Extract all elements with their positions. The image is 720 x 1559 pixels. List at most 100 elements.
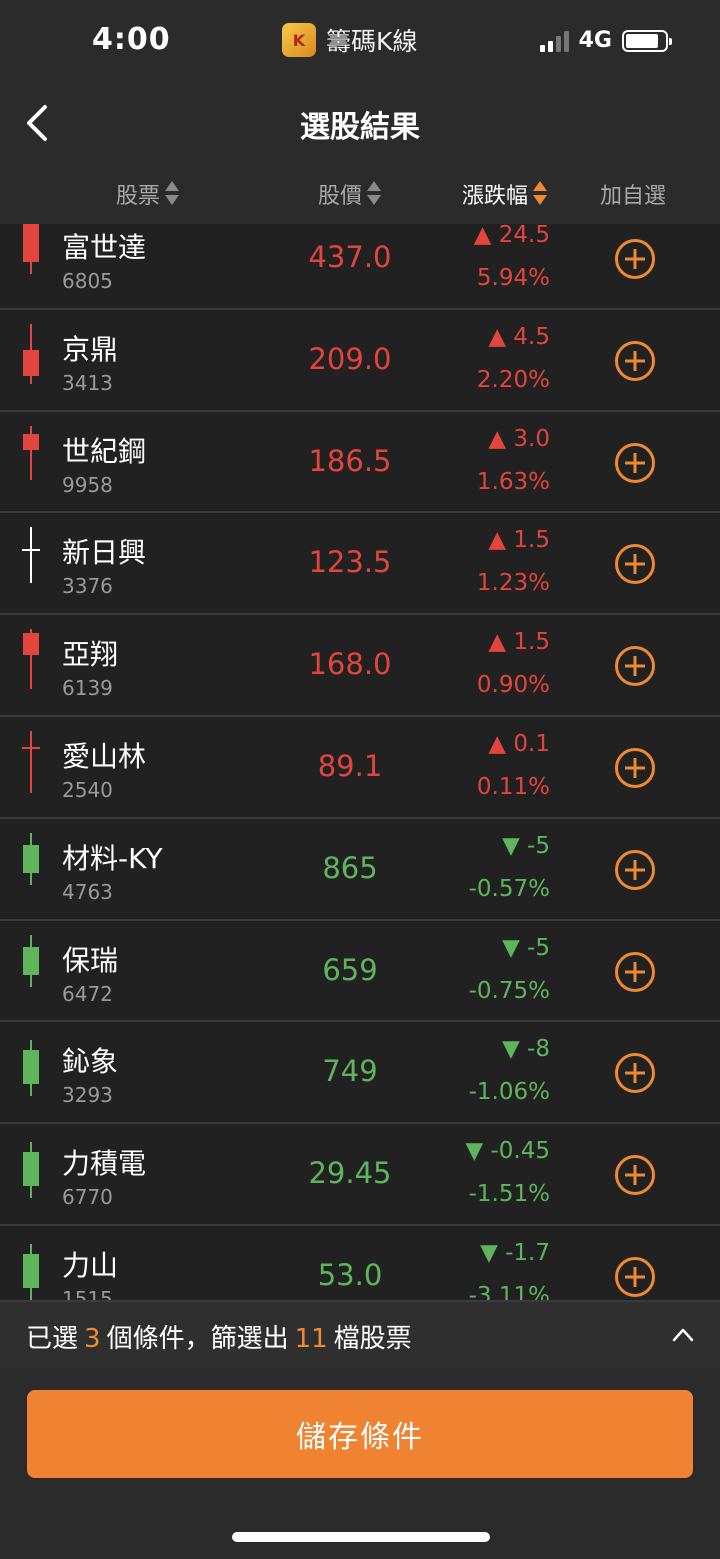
candlestick-icon bbox=[23, 1040, 39, 1097]
stock-row[interactable]: 力積電 6770 29.45 ▼ -0.45 -1.51% bbox=[0, 1124, 720, 1226]
stock-name: 力山 bbox=[62, 1248, 119, 1282]
stock-price: 865 bbox=[322, 850, 378, 885]
stock-change-percent: -0.75% bbox=[468, 977, 550, 1004]
add-watchlist-button[interactable] bbox=[614, 340, 656, 382]
stock-row[interactable]: 新日興 3376 123.5 ▲ 1.5 1.23% bbox=[0, 513, 720, 616]
candlestick-icon bbox=[23, 323, 39, 384]
candlestick-icon bbox=[22, 527, 40, 584]
add-watchlist-button[interactable] bbox=[614, 238, 656, 280]
stock-price: 437.0 bbox=[308, 240, 392, 274]
stock-change-percent: 0.90% bbox=[476, 672, 550, 699]
stock-code: 3293 bbox=[62, 1083, 113, 1108]
page-title: 選股結果 bbox=[300, 110, 420, 145]
stock-name: 力積電 bbox=[62, 1147, 147, 1181]
stock-code: 1515 bbox=[62, 1286, 113, 1300]
column-change-label: 漲跌幅 bbox=[462, 184, 529, 209]
stock-price: 209.0 bbox=[308, 341, 392, 376]
stock-change-percent: 1.63% bbox=[476, 468, 550, 495]
stock-change-percent: -1.51% bbox=[468, 1181, 550, 1208]
add-watchlist-button[interactable] bbox=[614, 951, 656, 993]
stock-change: ▼ -5 bbox=[502, 934, 550, 961]
stock-change: ▼ -1.7 bbox=[480, 1239, 550, 1266]
stock-price: 53.0 bbox=[317, 1257, 383, 1292]
stock-code: 3376 bbox=[62, 574, 113, 599]
stock-change: ▲ 1.5 bbox=[488, 629, 550, 656]
stock-price: 749 bbox=[322, 1054, 378, 1089]
candlestick-icon bbox=[23, 1243, 39, 1300]
stock-row[interactable]: 愛山林 2540 89.1 ▲ 0.1 0.11% bbox=[0, 717, 720, 819]
status-indicators: 4G bbox=[539, 28, 672, 53]
stock-price: 123.5 bbox=[308, 545, 392, 580]
add-watchlist-button[interactable] bbox=[614, 849, 656, 891]
add-watchlist-button[interactable] bbox=[614, 543, 656, 585]
stock-name: 京鼎 bbox=[62, 332, 119, 366]
stock-change: ▼ -8 bbox=[502, 1036, 550, 1063]
result-count: 11 bbox=[294, 1324, 328, 1354]
stock-change-percent: -3.11% bbox=[468, 1282, 550, 1300]
sort-icon bbox=[164, 179, 180, 209]
stock-price: 168.0 bbox=[308, 647, 392, 682]
filter-summary-bar[interactable]: 已選 3 個條件，篩選出 11 檔股票 bbox=[0, 1300, 720, 1368]
stock-code: 6805 bbox=[62, 269, 113, 293]
column-price-sort[interactable]: 股價 bbox=[318, 178, 382, 210]
stock-row[interactable]: 材料-KY 4763 865 ▼ -5 -0.57% bbox=[0, 819, 720, 921]
candlestick-icon bbox=[23, 629, 39, 690]
chevron-up-icon[interactable] bbox=[670, 1322, 696, 1348]
stock-row[interactable]: 亞翔 6139 168.0 ▲ 1.5 0.90% bbox=[0, 615, 720, 717]
candlestick-icon bbox=[23, 934, 39, 987]
stock-change: ▼ -0.45 bbox=[465, 1138, 550, 1165]
stock-name: 新日興 bbox=[62, 536, 147, 570]
bottom-bar: 儲存條件 bbox=[0, 1368, 720, 1559]
candlestick-icon bbox=[22, 730, 40, 793]
add-watchlist-button[interactable] bbox=[614, 645, 656, 687]
stock-row[interactable]: 京鼎 3413 209.0 ▲ 4.5 2.20% bbox=[0, 310, 720, 412]
stock-name: 世紀鋼 bbox=[62, 434, 147, 468]
stock-change-percent: -0.57% bbox=[468, 875, 550, 902]
stock-change-percent: 2.20% bbox=[476, 366, 550, 393]
column-stock-sort[interactable]: 股票 bbox=[116, 178, 180, 210]
stock-change: ▼ -5 bbox=[502, 832, 550, 859]
stock-change: ▲ 0.1 bbox=[488, 730, 550, 757]
stock-code: 9958 bbox=[62, 472, 113, 497]
add-watchlist-button[interactable] bbox=[614, 1052, 656, 1094]
sort-descending-icon bbox=[532, 179, 548, 209]
stock-price: 659 bbox=[322, 952, 378, 987]
stock-row[interactable]: 鈊象 3293 749 ▼ -8 -1.06% bbox=[0, 1022, 720, 1125]
network-type: 4G bbox=[578, 28, 612, 53]
stock-code: 3413 bbox=[62, 370, 113, 395]
add-watchlist-button[interactable] bbox=[614, 1154, 656, 1196]
stock-name: 材料-KY bbox=[62, 841, 163, 875]
candlestick-icon bbox=[23, 425, 39, 480]
stock-change: ▲ 1.5 bbox=[488, 527, 550, 554]
save-conditions-button[interactable]: 儲存條件 bbox=[27, 1390, 693, 1478]
candlestick-icon bbox=[23, 224, 39, 274]
stock-row[interactable]: 保瑞 6472 659 ▼ -5 -0.75% bbox=[0, 921, 720, 1023]
stock-price: 186.5 bbox=[308, 443, 392, 478]
nav-header: 選股結果 bbox=[0, 88, 720, 160]
stock-price: 29.45 bbox=[308, 1156, 392, 1191]
stock-name: 鈊象 bbox=[62, 1045, 119, 1079]
stock-change-percent: 5.94% bbox=[476, 265, 550, 291]
stock-code: 2540 bbox=[62, 777, 113, 802]
add-watchlist-button[interactable] bbox=[614, 747, 656, 789]
stock-list[interactable]: 富世達 6805 437.0 ▲ 24.5 5.94% 京鼎 3413 209.0 ▲ 4.5 2… bbox=[0, 224, 720, 1300]
filter-summary-text: 已選 3 個條件，篩選出 11 檔股票 bbox=[26, 1324, 412, 1354]
stock-change-percent: 1.23% bbox=[476, 570, 550, 597]
column-change-sort[interactable]: 漲跌幅 bbox=[462, 178, 548, 210]
status-time: 4:00 bbox=[92, 22, 171, 57]
stock-name: 亞翔 bbox=[62, 638, 119, 672]
stock-change: ▲ 3.0 bbox=[488, 425, 550, 452]
add-watchlist-button[interactable] bbox=[614, 442, 656, 484]
stock-code: 6472 bbox=[62, 981, 113, 1006]
add-watchlist-button[interactable] bbox=[614, 1256, 656, 1298]
stock-change: ▲ 24.5 bbox=[473, 224, 550, 248]
column-price-label: 股價 bbox=[318, 184, 363, 209]
stock-row[interactable]: 力山 1515 53.0 ▼ -1.7 -3.11% bbox=[0, 1226, 720, 1300]
column-header: 股票 股價 漲跌幅 加自選 bbox=[0, 160, 720, 224]
stock-price: 89.1 bbox=[317, 748, 383, 783]
stock-row[interactable]: 世紀鋼 9958 186.5 ▲ 3.0 1.63% bbox=[0, 412, 720, 514]
stock-row[interactable]: 富世達 6805 437.0 ▲ 24.5 5.94% bbox=[0, 224, 720, 310]
sort-icon bbox=[366, 179, 382, 209]
signal-icon bbox=[539, 30, 569, 52]
stock-name: 富世達 bbox=[62, 231, 147, 264]
